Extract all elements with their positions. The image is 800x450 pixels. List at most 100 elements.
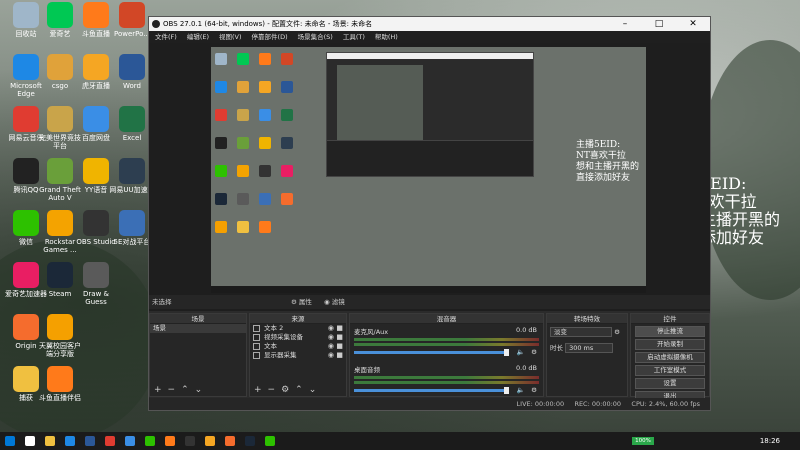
taskbar-app-icon[interactable] <box>165 436 175 446</box>
app-icon <box>47 262 73 288</box>
stop-streaming-button[interactable]: 停止推流 <box>635 326 705 337</box>
taskbar-app-icon[interactable] <box>105 436 115 446</box>
gear-icon[interactable]: ⚙ <box>531 348 537 356</box>
selection-status: 未选择 <box>152 298 172 306</box>
gear-icon[interactable]: ⚙ <box>531 386 537 394</box>
visibility-icon[interactable]: ◉ <box>328 351 334 360</box>
desktop-icon-label: Draw & Guess <box>83 290 109 306</box>
volume-meter <box>354 376 539 379</box>
gear-icon[interactable]: ⚙ <box>281 384 289 396</box>
minimize-button[interactable]: – <box>608 17 642 31</box>
menu-scene-collection[interactable]: 场景集合(S) <box>298 31 333 43</box>
move-down-icon[interactable]: ⌄ <box>195 384 203 396</box>
speaker-icon[interactable]: 🔈 <box>517 348 525 356</box>
lock-icon[interactable]: ■ <box>336 333 343 342</box>
taskbar-app-icon[interactable] <box>45 436 55 446</box>
remove-icon[interactable]: − <box>268 384 276 396</box>
lock-icon[interactable]: ■ <box>336 351 343 360</box>
app-icon <box>47 210 73 236</box>
app-icon <box>119 54 145 80</box>
source-item[interactable]: 显示器采集 ◉ ■ <box>250 351 346 360</box>
menu-help[interactable]: 帮助(H) <box>375 31 398 43</box>
filters-button[interactable]: ◉ 滤镜 <box>324 295 345 309</box>
nested-desktop-icon <box>237 165 249 177</box>
desktop-icon-label: 斗鱼直播伴侣 <box>39 394 81 402</box>
dock-title: 场景 <box>150 314 246 324</box>
nested-desktop-icon <box>237 193 249 205</box>
nested-desktop-icon <box>237 81 249 93</box>
menu-view[interactable]: 视图(V) <box>219 31 242 43</box>
taskbar-app-icon[interactable] <box>25 436 35 446</box>
duration-input[interactable]: 300 ms <box>565 343 614 353</box>
lock-icon[interactable]: ■ <box>336 324 343 333</box>
menu-tools[interactable]: 工具(T) <box>343 31 365 43</box>
taskbar-app-icon[interactable] <box>185 436 195 446</box>
preview-canvas[interactable]: 主播5EID: NT喜欢干拉 想和主播开黑的 直接添加好友 <box>211 47 646 293</box>
lock-icon[interactable]: ■ <box>336 342 343 351</box>
taskbar-app-icon[interactable] <box>125 436 135 446</box>
settings-button[interactable]: 设置 <box>635 378 705 389</box>
speaker-icon[interactable]: 🔈 <box>517 386 525 394</box>
obs-titlebar[interactable]: OBS 27.0.1 (64-bit, windows) - 配置文件: 未命名… <box>149 17 710 31</box>
source-item[interactable]: 文本 ◉ ■ <box>250 342 346 351</box>
move-up-icon[interactable]: ⌃ <box>181 384 189 396</box>
nested-desktop-icon <box>215 137 227 149</box>
mixer-dock: 混音器 麦克风/Aux 0.0 dB 🔈 ⚙ 桌面音频 0.0 dB 🔈 ⚙ <box>349 313 544 397</box>
app-icon <box>47 366 73 392</box>
volume-meter <box>354 343 539 346</box>
nested-desktop-icon <box>237 109 249 121</box>
obs-status-bar: LIVE: 00:00:00 REC: 00:00:00 CPU: 2.4%, … <box>149 398 710 410</box>
gear-icon[interactable]: ⚙ <box>614 328 620 336</box>
nested-desktop-icon <box>259 193 271 205</box>
taskbar-app-icon[interactable] <box>65 436 75 446</box>
app-icon <box>119 2 145 28</box>
live-timer: LIVE: 00:00:00 <box>516 400 565 408</box>
scenes-toolbar: + − ⌃ ⌄ <box>150 384 246 396</box>
transition-select[interactable]: 淡变 <box>550 327 612 337</box>
menu-file[interactable]: 文件(F) <box>155 31 177 43</box>
preview-area: 主播5EID: NT喜欢干拉 想和主播开黑的 直接添加好友 <box>149 43 710 311</box>
remove-icon[interactable]: − <box>168 384 176 396</box>
obs-app-icon <box>152 20 160 28</box>
taskbar-app-icon[interactable] <box>5 436 15 446</box>
move-up-icon[interactable]: ⌃ <box>295 384 303 396</box>
maximize-button[interactable]: □ <box>642 17 676 31</box>
taskbar-app-icon[interactable] <box>205 436 215 446</box>
battery-indicator[interactable]: 100% <box>632 437 654 445</box>
clock[interactable]: 18:26 <box>760 432 780 450</box>
app-icon <box>119 210 145 236</box>
source-item[interactable]: 文本 2 ◉ ■ <box>250 324 346 333</box>
visibility-icon[interactable]: ◉ <box>328 342 334 351</box>
visibility-icon[interactable]: ◉ <box>328 324 334 333</box>
move-down-icon[interactable]: ⌄ <box>309 384 317 396</box>
source-item[interactable]: 视频采集设备 ◉ ■ <box>250 333 346 342</box>
desktop-icon[interactable]: 斗鱼直播伴侣 <box>36 366 84 402</box>
menu-docks[interactable]: 停靠部件(D) <box>252 31 288 43</box>
visibility-icon[interactable]: ◉ <box>328 333 334 342</box>
desktop-icon[interactable]: 天翼校园客户端分享版 <box>36 314 84 358</box>
preview-overlay-text: 主播5EID: NT喜欢干拉 想和主播开黑的 直接添加好友 <box>576 140 639 184</box>
transitions-dock: 转场特效 淡变 ⚙ 时长 300 ms <box>546 313 628 397</box>
overlay-line: 主播5EID: <box>576 140 621 150</box>
volume-slider[interactable] <box>354 349 509 356</box>
scene-item[interactable]: 场景 <box>150 324 246 333</box>
camera-source-icon <box>253 334 260 341</box>
properties-button[interactable]: ⚙ 属性 <box>291 295 312 309</box>
volume-slider[interactable] <box>354 387 509 394</box>
add-icon[interactable]: + <box>154 384 162 396</box>
start-recording-button[interactable]: 开始录制 <box>635 339 705 350</box>
taskbar-app-icon[interactable] <box>265 436 275 446</box>
nested-desktop-icon <box>259 221 271 233</box>
nested-desktop-icon <box>259 165 271 177</box>
taskbar-app-icon[interactable] <box>225 436 235 446</box>
taskbar-app-icon[interactable] <box>245 436 255 446</box>
virtual-camera-button[interactable]: 启动虚拟摄像机 <box>635 352 705 363</box>
studio-mode-button[interactable]: 工作室模式 <box>635 365 705 376</box>
close-button[interactable]: ✕ <box>676 17 710 31</box>
taskbar-app-icon[interactable] <box>85 436 95 446</box>
add-icon[interactable]: + <box>254 384 262 396</box>
desktop-icon[interactable]: Draw & Guess <box>72 262 120 306</box>
app-icon <box>83 2 109 28</box>
menu-edit[interactable]: 编辑(E) <box>187 31 209 43</box>
taskbar-app-icon[interactable] <box>145 436 155 446</box>
